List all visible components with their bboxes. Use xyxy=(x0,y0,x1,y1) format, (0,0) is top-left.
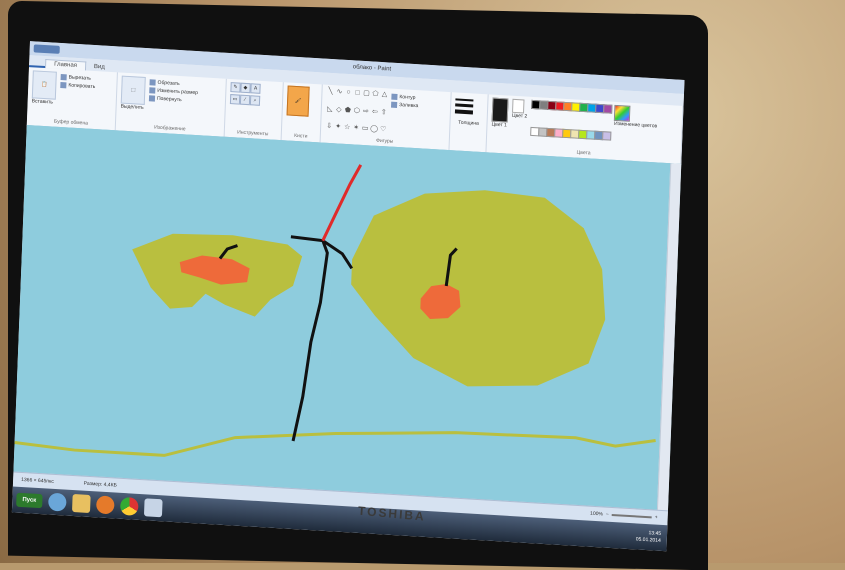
drawing-canvas[interactable] xyxy=(13,124,682,512)
outline-button[interactable]: Контур xyxy=(391,93,418,102)
group-size[interactable]: Толщина xyxy=(449,92,489,153)
star5-shape-icon[interactable]: ☆ xyxy=(343,124,351,132)
clock-date: 05.01.2014 xyxy=(635,536,661,544)
brushes-button[interactable]: 🖌 xyxy=(286,85,310,117)
arrow-down-shape-icon[interactable]: ⇩ xyxy=(325,123,333,131)
group-brushes: 🖌 Кисти xyxy=(281,82,323,143)
paste-button[interactable]: 📋 Вставить xyxy=(31,70,57,123)
arrow-left-shape-icon[interactable]: ⇦ xyxy=(371,108,379,116)
laptop: облако - Paint Главная Вид 📋 Вставить Вы… xyxy=(8,0,708,570)
pencil-icon[interactable]: ✎ xyxy=(230,82,241,93)
star4-shape-icon[interactable]: ✦ xyxy=(334,124,342,132)
palette-swatch-19[interactable] xyxy=(602,130,612,141)
fill-button[interactable]: Заливка xyxy=(391,101,418,109)
rotate-icon xyxy=(148,95,156,102)
edit-colors-button[interactable]: Изменение цветов xyxy=(613,104,658,159)
zoom-control[interactable]: 100% − + xyxy=(590,511,658,521)
pentagon-shape-icon[interactable]: ⬟ xyxy=(344,106,352,114)
fill-icon[interactable]: ◆ xyxy=(240,82,251,94)
group-tools: ✎ ◆ A ▭ ⁄ ⌕ Инструменты xyxy=(224,78,284,141)
system-tray[interactable]: 13:45 05.01.2014 xyxy=(636,529,662,544)
resize-icon xyxy=(149,87,156,94)
oval-shape-icon[interactable]: ○ xyxy=(344,89,352,97)
rect-shape-icon[interactable]: □ xyxy=(353,89,361,97)
zoom-slider[interactable] xyxy=(611,513,652,519)
screen: облако - Paint Главная Вид 📋 Вставить Вы… xyxy=(11,41,685,552)
cut-button[interactable]: Вырезать xyxy=(60,73,96,82)
ie-icon[interactable] xyxy=(47,492,67,512)
start-button[interactable]: Пуск xyxy=(16,492,43,509)
eraser-icon[interactable]: ▭ xyxy=(229,94,241,105)
firefox-icon[interactable] xyxy=(95,495,115,515)
group-image: ⬚ Выделить Обрезать Изменить размер Пове… xyxy=(115,72,227,137)
diamond-shape-icon[interactable]: ◇ xyxy=(335,106,343,114)
clock-time: 13:45 xyxy=(648,530,662,537)
heart-shape-icon[interactable]: ♡ xyxy=(379,126,387,134)
hexagon-shape-icon[interactable]: ⬡ xyxy=(353,107,361,115)
arrow-up-shape-icon[interactable]: ⇧ xyxy=(380,109,388,117)
line-shape-icon[interactable]: ╲ xyxy=(326,88,334,96)
select-button[interactable]: ⬚ Выделить xyxy=(120,75,146,129)
select-icon: ⬚ xyxy=(120,75,146,105)
quick-access-toolbar[interactable] xyxy=(33,44,60,54)
rotate-button[interactable]: Повернуть xyxy=(148,95,198,104)
scissors-icon xyxy=(60,73,67,81)
color1-button[interactable]: Цвет 1 xyxy=(491,97,509,151)
color-picker-icon[interactable]: ⁄ xyxy=(239,94,251,106)
canvas-dimensions: 1366 × 645пкс xyxy=(21,476,54,485)
paint-icon[interactable] xyxy=(143,498,163,518)
rounded-rect-shape-icon[interactable]: ▢ xyxy=(362,90,370,98)
magnifier-icon[interactable]: ⌕ xyxy=(249,95,261,106)
star6-shape-icon[interactable]: ✶ xyxy=(352,125,360,133)
zoom-in-icon[interactable]: + xyxy=(655,515,658,521)
right-triangle-shape-icon[interactable]: ◺ xyxy=(326,105,334,113)
group-shapes: ╲ ∿ ○ □ ▢ ⬠ △ ◺ ◇ ⬟ ⬡ ⇨ ⇦ ⇧ ⇩ ✦ ☆ ✶ ▭ ◯ ♡ Контур Заливка Ф… xyxy=(320,84,452,151)
copy-icon xyxy=(60,81,67,89)
polygon-shape-icon[interactable]: ⬠ xyxy=(371,90,379,98)
outline-icon xyxy=(391,93,398,100)
canvas-drawing xyxy=(13,124,672,511)
paste-label: Вставить xyxy=(31,98,53,106)
clipboard-icon: 📋 xyxy=(31,70,57,100)
triangle-shape-icon[interactable]: △ xyxy=(380,91,388,99)
oval-callout-shape-icon[interactable]: ◯ xyxy=(370,126,378,134)
group-clipboard: 📋 Вставить Вырезать Копировать Буфер обм… xyxy=(26,67,118,131)
window-title: облако - Paint xyxy=(352,64,392,73)
color2-swatch xyxy=(511,98,525,114)
file-size: Размер: 4,4КБ xyxy=(83,480,117,489)
copy-button[interactable]: Копировать xyxy=(60,81,95,90)
color2-button[interactable]: Цвет 2 xyxy=(511,98,528,152)
color-wheel-icon xyxy=(614,104,631,122)
palette-swatch-9[interactable] xyxy=(603,104,613,114)
zoom-out-icon[interactable]: − xyxy=(606,512,609,518)
explorer-icon[interactable] xyxy=(71,493,91,514)
zoom-level: 100% xyxy=(589,510,603,518)
arrow-right-shape-icon[interactable]: ⇨ xyxy=(362,108,370,116)
color1-swatch xyxy=(491,97,509,123)
line-size-icon xyxy=(454,98,484,115)
brush-icon: 🖌 xyxy=(294,97,302,105)
fill-bucket-icon xyxy=(391,101,398,108)
chrome-icon[interactable] xyxy=(119,496,139,516)
text-icon[interactable]: A xyxy=(250,83,261,94)
crop-icon xyxy=(149,79,156,86)
callout-shape-icon[interactable]: ▭ xyxy=(361,125,369,133)
curve-shape-icon[interactable]: ∿ xyxy=(335,88,343,96)
